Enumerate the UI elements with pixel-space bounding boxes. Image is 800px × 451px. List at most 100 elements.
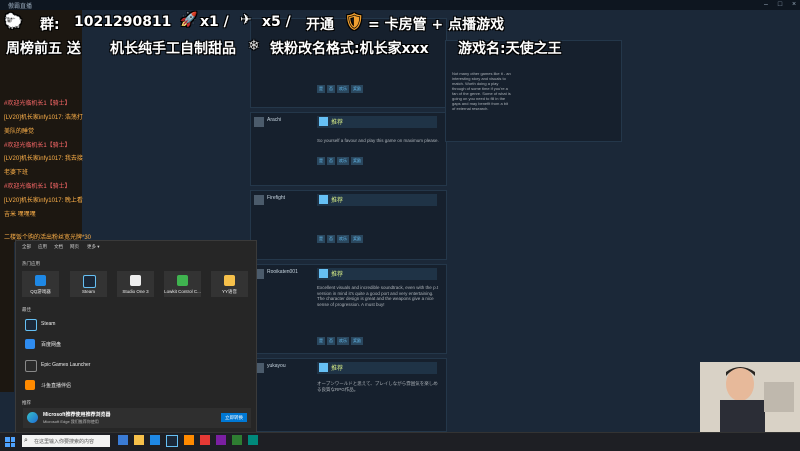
review-text: オープンワールドと思えて、プレイしながら雰囲気を楽しめる良質なRPG作品。 xyxy=(317,381,438,392)
edge-suggestion-card[interactable]: Microsoft推荐使用推荐浏览器 Microsoft Edge 我们推荐你使… xyxy=(23,408,251,428)
review-username[interactable]: Rooikaten001 xyxy=(267,269,298,275)
minimize-icon[interactable]: – xyxy=(760,0,772,9)
tab-apps[interactable]: 应用 xyxy=(38,244,47,250)
douyu-icon xyxy=(25,380,35,390)
review-username[interactable]: yukayou xyxy=(267,363,286,369)
banner-fan-rename: 铁粉改名格式:机长家xxx xyxy=(270,41,429,57)
vote-yes-button[interactable]: 是 xyxy=(317,235,325,243)
recent-app-row[interactable]: 百度网盘 xyxy=(25,337,245,351)
chat-panel-lower xyxy=(0,242,14,392)
app-taskbar-icon[interactable] xyxy=(232,435,242,445)
taskbar-search-input[interactable]: ⌕ 在这里输入你要搜索的内容 xyxy=(22,435,110,447)
recent-app-row[interactable]: Epic Games Launcher xyxy=(25,358,245,372)
tab-web[interactable]: 网页 xyxy=(70,244,79,250)
banner-group-label: 群: xyxy=(40,17,60,33)
pinned-app-tile[interactable]: YY语音 xyxy=(211,271,248,297)
epic-games-icon xyxy=(25,360,37,372)
steam-taskbar-icon[interactable] xyxy=(166,435,178,447)
review-card: Arachi 推荐 So yourself a favour and play … xyxy=(250,112,447,186)
vote-no-button[interactable]: 否 xyxy=(327,235,335,243)
vote-no-button[interactable]: 否 xyxy=(327,85,335,93)
recent-header: 最佳 xyxy=(22,307,31,312)
vote-funny-button[interactable]: 欢乐 xyxy=(337,337,349,345)
vote-no-button[interactable]: 否 xyxy=(327,157,335,165)
recommended-badge: 推荐 xyxy=(317,268,437,280)
banner-plane-count: x5 / xyxy=(262,14,291,30)
banner-equals-text: = 卡房管 + 点播游戏 xyxy=(368,17,505,33)
avatar[interactable] xyxy=(254,195,264,205)
review-username[interactable]: Firefight xyxy=(267,195,285,201)
taskbar-apps xyxy=(118,435,258,447)
review-card: yukayou 推荐 オープンワールドと思えて、プレイしながら雰囲気を楽しめる良… xyxy=(250,358,447,432)
thumbs-up-icon xyxy=(319,363,328,372)
file-explorer-icon[interactable] xyxy=(134,435,144,445)
award-button[interactable]: 奖励 xyxy=(351,235,363,243)
steam-icon xyxy=(83,275,96,288)
thumbs-up-icon xyxy=(319,195,328,204)
task-view-icon[interactable] xyxy=(118,435,128,445)
pinned-app-tile[interactable]: Studio One 3 xyxy=(117,271,154,297)
award-button[interactable]: 奖励 xyxy=(351,85,363,93)
pinned-app-tile[interactable]: Lowkit Control C... xyxy=(164,271,201,297)
window-titlebar: 傲霸直播 – □ × xyxy=(0,0,800,10)
app-taskbar-icon[interactable] xyxy=(216,435,226,445)
webcam-feed xyxy=(700,362,800,432)
edge-icon xyxy=(27,412,38,423)
banner-weekly-top5: 周榜前五 送 xyxy=(6,41,81,57)
tab-documents[interactable]: 文档 xyxy=(54,244,63,250)
recommended-badge: 推荐 xyxy=(317,116,437,128)
app-taskbar-icon[interactable] xyxy=(200,435,210,445)
snowflake-icon: ❄ xyxy=(248,38,260,54)
review-card: Firefight 推荐 是 否 欢乐 奖励 xyxy=(250,190,447,260)
award-button[interactable]: 奖励 xyxy=(351,337,363,345)
chat-message: [LV20]机长家infy1017: 晚上看 xyxy=(4,198,83,204)
vote-yes-button[interactable]: 是 xyxy=(317,85,325,93)
steam-icon xyxy=(25,319,37,331)
vote-yes-button[interactable]: 是 xyxy=(317,337,325,345)
avatar[interactable] xyxy=(254,117,264,127)
tab-all[interactable]: 全部 xyxy=(22,244,31,250)
lowkit-control-icon xyxy=(177,275,188,286)
vote-funny-button[interactable]: 欢乐 xyxy=(337,157,349,165)
windows-start-icon[interactable] xyxy=(5,437,15,447)
banner-rocket-count: x1 / xyxy=(200,14,229,30)
start-menu: 全部 应用 文档 网页 更多 ▾ 热门应用 QQ游戏器 Steam Studio… xyxy=(15,240,257,434)
thumbs-up-icon xyxy=(319,117,328,126)
chat-message: #欢迎光临机长1【骑士】 xyxy=(4,184,71,190)
qq-game-icon xyxy=(35,275,46,286)
app-taskbar-icon[interactable] xyxy=(248,435,258,445)
chat-message: #欢迎光临机长1【骑士】 xyxy=(4,101,71,107)
review-text: Excellent visuals and incredible soundtr… xyxy=(317,285,439,307)
tab-more[interactable]: 更多 ▾ xyxy=(87,244,100,250)
pinned-app-tile[interactable]: Steam xyxy=(70,271,107,297)
browser-icon[interactable] xyxy=(150,435,160,445)
review-username[interactable]: Arachi xyxy=(267,117,281,123)
banner-group-number: 1021290811 xyxy=(74,14,172,30)
switch-now-button[interactable]: 立即转换 xyxy=(221,413,247,422)
review-card: Rooikaten001 推荐 Excellent visuals and in… xyxy=(250,264,447,354)
baidu-netdisk-icon xyxy=(25,339,35,349)
plane-icon: ✈ xyxy=(240,12,252,28)
vote-no-button[interactable]: 否 xyxy=(327,337,335,345)
vote-funny-button[interactable]: 欢乐 xyxy=(337,85,349,93)
banner-dessert: 机长纯手工自制甜品 xyxy=(110,41,236,57)
award-button[interactable]: 奖励 xyxy=(351,157,363,165)
douyu-taskbar-icon[interactable] xyxy=(184,435,194,445)
close-icon[interactable]: × xyxy=(788,0,800,9)
vote-yes-button[interactable]: 是 xyxy=(317,157,325,165)
chat-message: [LV20]机长家infy1017: 我去接 xyxy=(4,156,83,162)
pinned-app-tile[interactable]: QQ游戏器 xyxy=(22,271,59,297)
window-title: 傲霸直播 xyxy=(8,4,33,10)
vote-funny-button[interactable]: 欢乐 xyxy=(337,235,349,243)
review-text: So yourself a favour and play this game … xyxy=(317,138,439,143)
search-icon: ⌕ xyxy=(24,437,28,444)
recommended-badge: 推荐 xyxy=(317,362,437,374)
recent-app-row[interactable]: Steam xyxy=(25,317,245,331)
chat-message: 老婆下班 xyxy=(4,170,29,176)
maximize-icon[interactable]: □ xyxy=(774,0,786,9)
chat-message: #欢迎光临机长1【骑士】 xyxy=(4,143,71,149)
recommended-badge: 推荐 xyxy=(317,194,437,206)
recent-app-row[interactable]: 斗鱼直播伴侣 xyxy=(25,378,245,392)
banner-open-label: 开通 xyxy=(306,17,334,33)
yy-voice-icon xyxy=(224,275,235,286)
